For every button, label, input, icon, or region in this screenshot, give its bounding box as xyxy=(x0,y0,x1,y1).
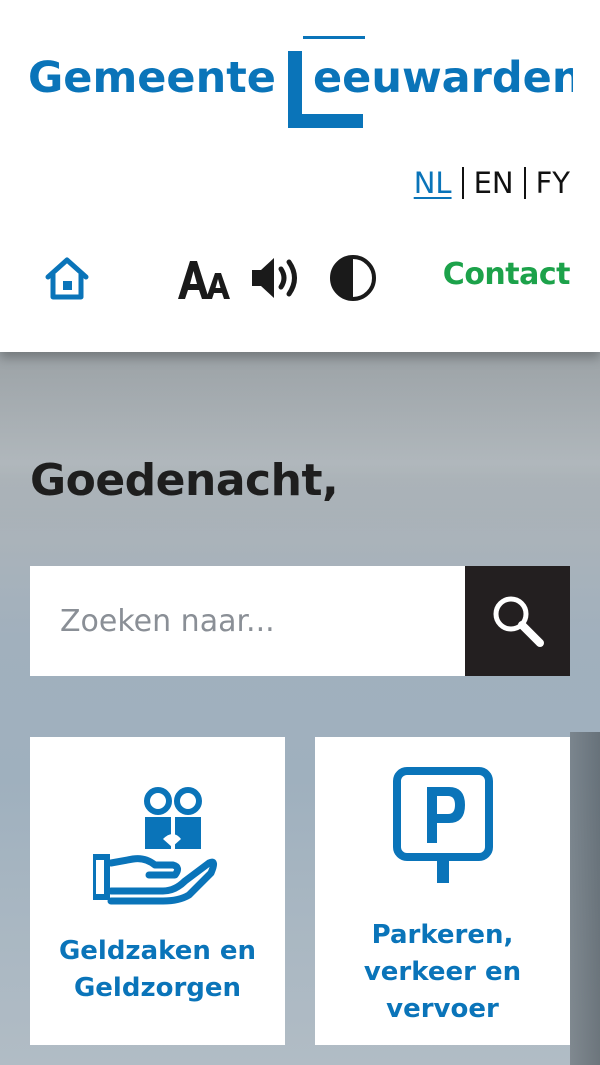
accessibility-toolbar: Contact xyxy=(0,245,600,309)
text-size-icon[interactable] xyxy=(176,255,232,303)
tile-geldzaken[interactable]: Geldzaken en Geldzorgen xyxy=(30,737,285,1045)
tile-label: Geldzaken en Geldzorgen xyxy=(30,933,285,1007)
tile-label-line: Geldzorgen xyxy=(73,973,242,1003)
contact-link[interactable]: Contact xyxy=(443,257,571,292)
read-aloud-icon[interactable] xyxy=(250,253,306,303)
tile-label-line: verkeer en xyxy=(363,957,522,987)
site-logo[interactable]: Gemeente eeuwarden xyxy=(28,36,573,132)
lang-fy[interactable]: FY xyxy=(526,166,570,200)
logo-word-gemeente: Gemeente xyxy=(28,53,276,103)
lang-en[interactable]: EN xyxy=(464,166,524,200)
tile-parkeren[interactable]: Parkeren, verkeer en vervoer xyxy=(315,737,570,1045)
parking-icon xyxy=(392,767,493,883)
tile-label-line: Geldzaken en xyxy=(58,936,257,966)
hero-tower xyxy=(570,732,600,1065)
logo-graphic: Gemeente eeuwarden xyxy=(28,36,573,128)
home-icon[interactable] xyxy=(42,253,92,303)
site-header: Gemeente eeuwarden NL EN FY Contact xyxy=(0,0,600,352)
hero-sky xyxy=(0,352,600,537)
lang-nl[interactable]: NL xyxy=(404,166,462,200)
tile-label: Parkeren, verkeer en vervoer xyxy=(315,917,570,1028)
contrast-icon[interactable] xyxy=(328,253,378,303)
search-icon xyxy=(493,596,544,647)
search-button[interactable] xyxy=(465,566,570,676)
logo-word-leeuwarden: eeuwarden xyxy=(313,53,573,103)
tile-label-line: vervoer xyxy=(386,994,499,1024)
language-switcher: NL EN FY xyxy=(404,165,570,201)
greeting-heading: Goedenacht, xyxy=(30,455,339,506)
money-care-icon xyxy=(92,787,217,905)
search-input[interactable] xyxy=(30,566,465,676)
search-form xyxy=(30,566,570,676)
tile-label-line: Parkeren, xyxy=(371,920,514,950)
